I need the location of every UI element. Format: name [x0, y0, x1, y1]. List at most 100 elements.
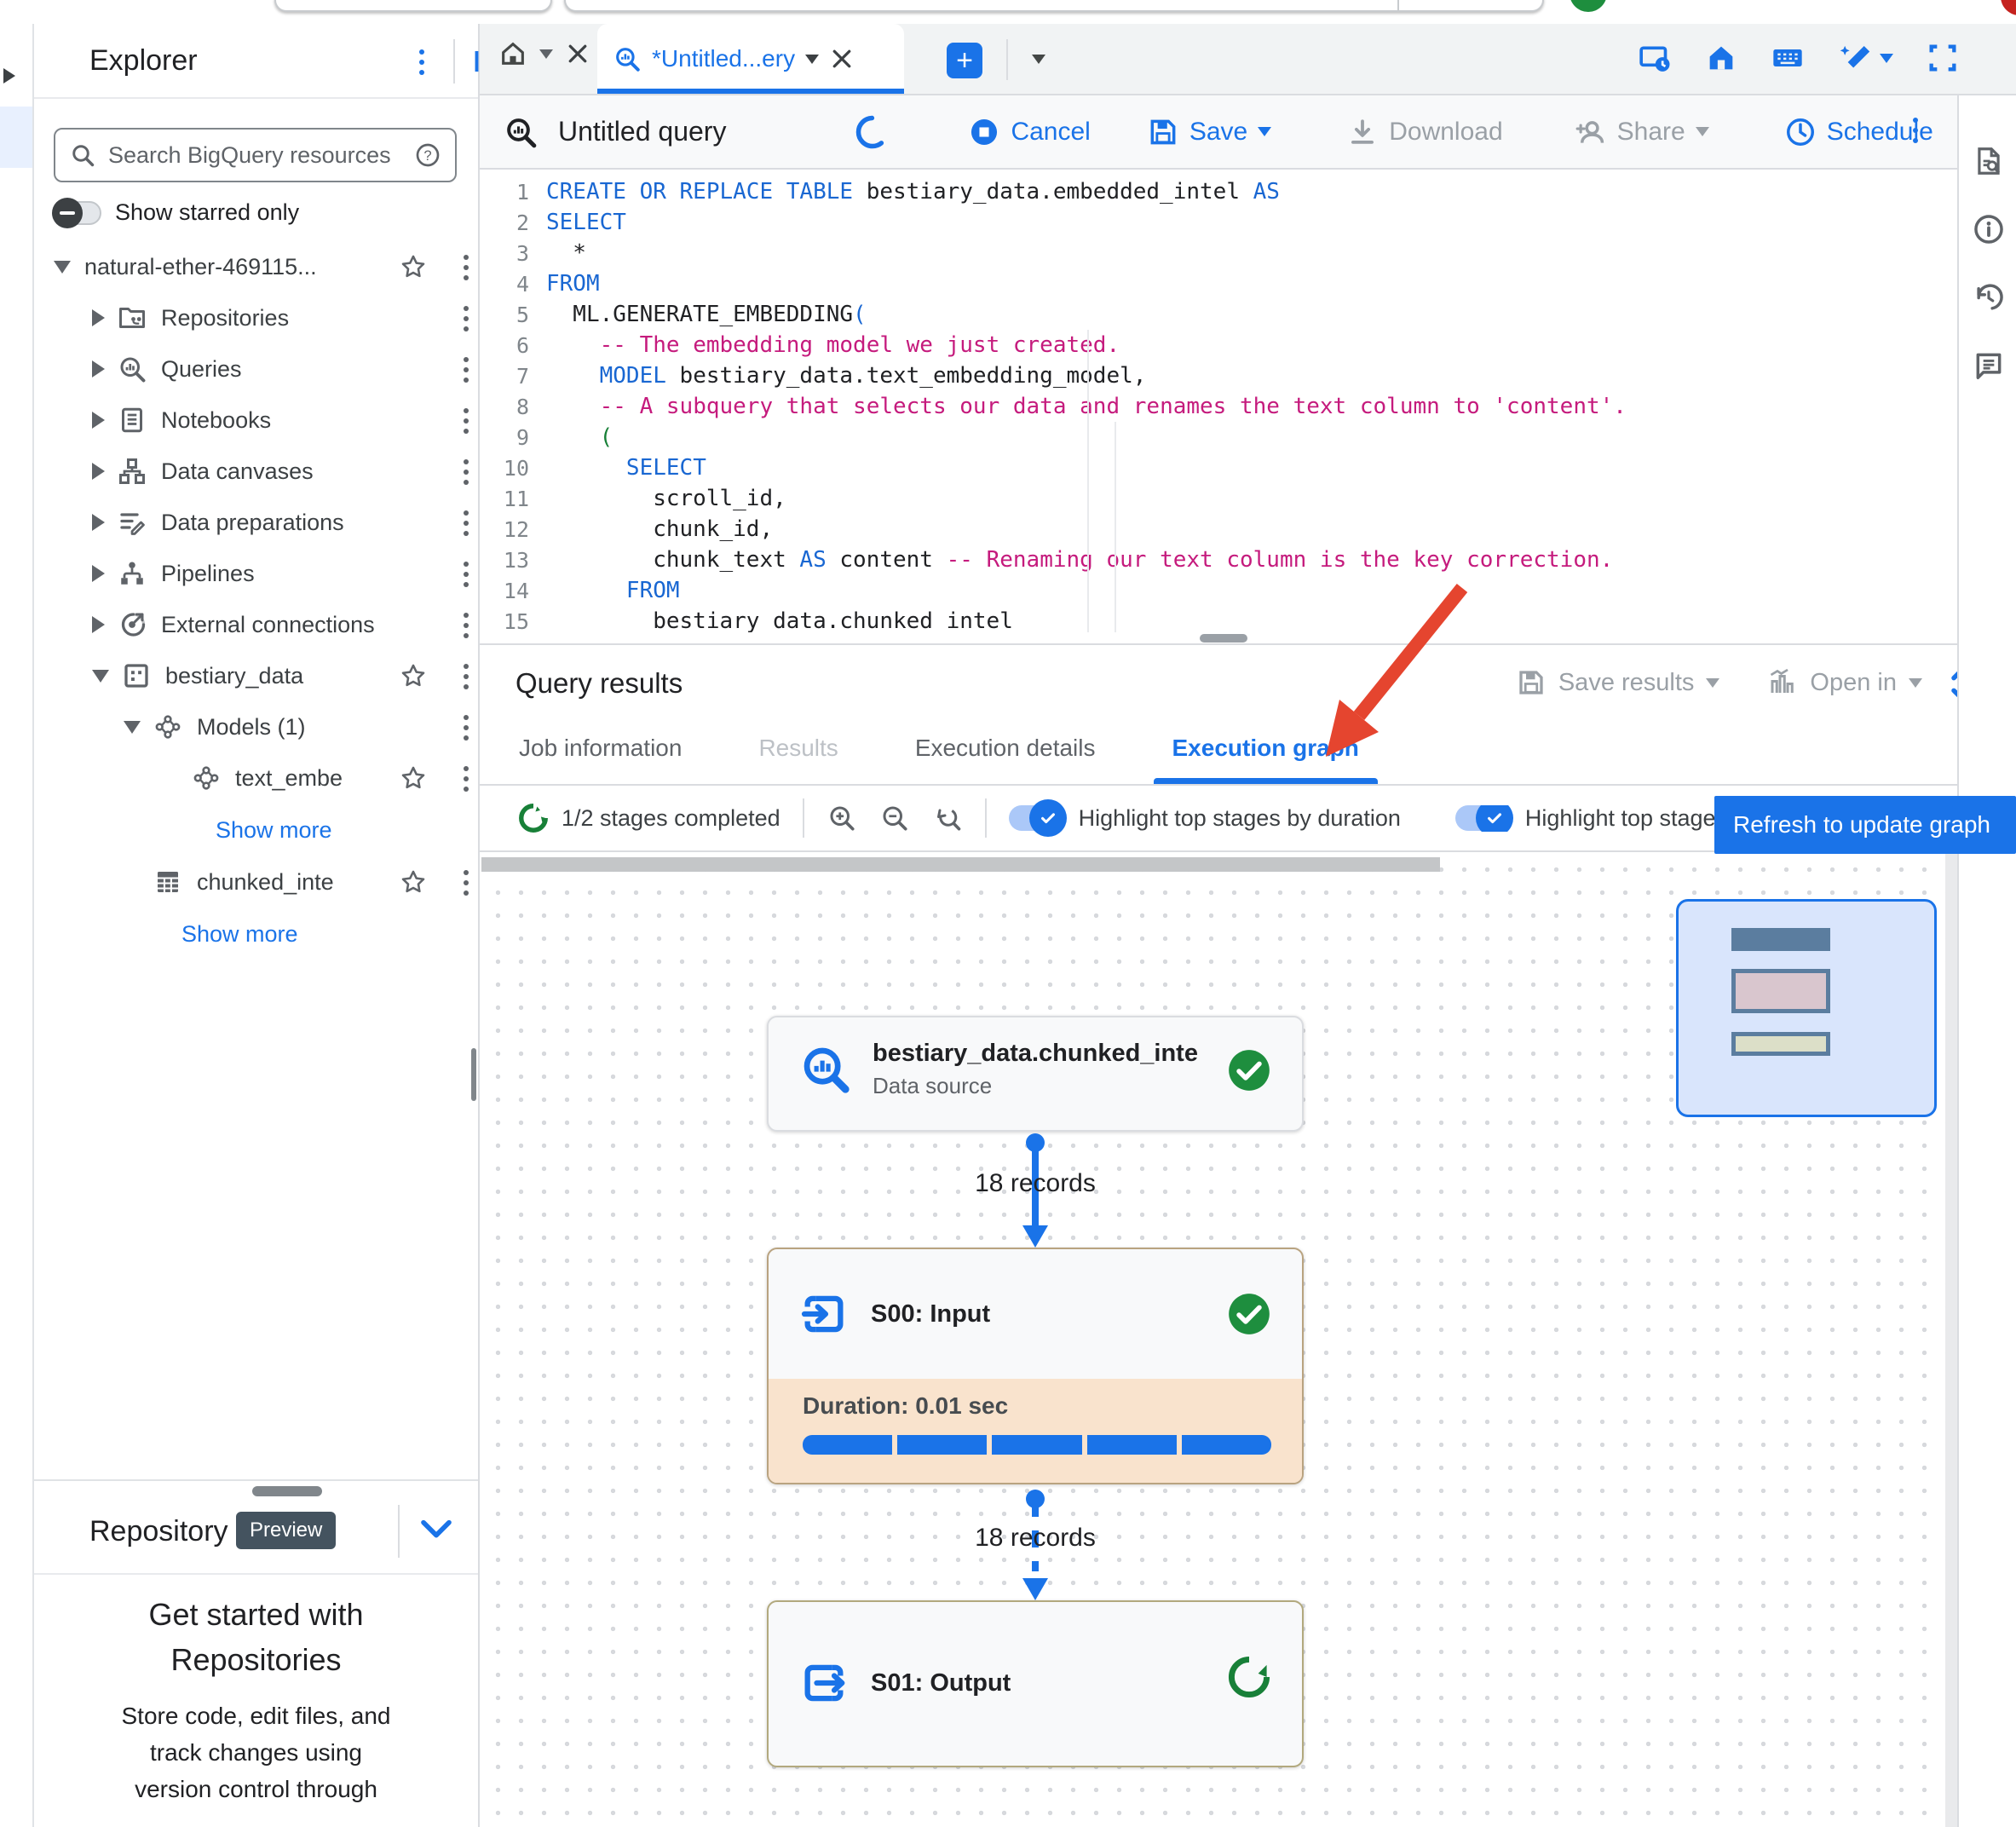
doc-search-icon[interactable]	[1973, 145, 2005, 177]
info-icon[interactable]	[1973, 213, 2005, 245]
toggle-processing-switch[interactable]	[1455, 805, 1508, 831]
code-line-6[interactable]: 6 -- The embedding model we just created…	[480, 330, 2016, 360]
close-tab-icon[interactable]	[829, 46, 855, 72]
rail-selected-item[interactable]	[0, 107, 32, 168]
star-icon[interactable]	[399, 867, 428, 896]
graph-node-data-source[interactable]: bestiary_data.chunked_inte Data source	[767, 1016, 1304, 1132]
magic-pen-caret-icon[interactable]	[1880, 54, 1893, 63]
feedback-chat-icon[interactable]	[1973, 349, 2005, 382]
tree-item-external-connections[interactable]: External connections	[34, 599, 478, 650]
graph-node-s01-output[interactable]: S01: Output	[767, 1600, 1304, 1767]
code-line-9[interactable]: 9 (	[480, 422, 2016, 452]
share-caret-icon[interactable]	[1696, 127, 1709, 136]
code-line-13[interactable]: 13 chunk_text AS content -- Renaming our…	[480, 545, 2016, 575]
home-blue-icon[interactable]	[1704, 41, 1738, 75]
graph-minimap[interactable]	[1676, 899, 1937, 1117]
zoom-in-icon[interactable]	[827, 803, 857, 833]
magic-pen-icon[interactable]	[1837, 41, 1871, 75]
code-line-4[interactable]: 4FROM	[480, 268, 2016, 299]
tree-item-bestiary-data[interactable]: bestiary_data	[34, 650, 478, 701]
graph-horizontal-scrollbar[interactable]	[481, 857, 1440, 872]
tree-item-queries[interactable]: Queries	[34, 343, 478, 395]
graph-vertical-scrollbar[interactable]	[1945, 852, 1957, 1827]
item-menu-button[interactable]	[460, 507, 472, 539]
item-menu-button[interactable]	[460, 867, 472, 899]
tree-item-natural-ether-469115[interactable]: natural-ether-469115...	[34, 241, 478, 292]
fullscreen-icon[interactable]	[1926, 41, 1960, 75]
cancel-button[interactable]: Cancel	[968, 116, 1090, 148]
toggle-duration-switch[interactable]	[1009, 805, 1062, 831]
expand-caret-icon[interactable]	[54, 261, 71, 274]
item-menu-button[interactable]	[460, 456, 472, 488]
expand-caret-icon[interactable]	[92, 360, 105, 378]
tree-item-models-1[interactable]: Models (1)	[34, 701, 478, 752]
expand-caret-icon[interactable]	[92, 514, 105, 531]
home-tab-caret-icon[interactable]	[539, 49, 553, 59]
tree-item-repositories[interactable]: Repositories	[34, 292, 478, 343]
save-button[interactable]: Save	[1147, 116, 1271, 148]
show-more-link[interactable]: Show more	[34, 908, 478, 960]
tree-item-notebooks[interactable]: Notebooks	[34, 395, 478, 446]
tree-item-pipelines[interactable]: Pipelines	[34, 548, 478, 599]
code-line-7[interactable]: 7 MODEL bestiary_data.text_embedding_mod…	[480, 360, 2016, 391]
search-input[interactable]: Search BigQuery resources ?	[54, 128, 457, 182]
show-more-link[interactable]: Show more	[34, 804, 478, 856]
item-menu-button[interactable]	[460, 354, 472, 386]
expand-caret-icon[interactable]	[92, 309, 105, 326]
sql-editor[interactable]: 1CREATE OR REPLACE TABLE bestiary_data.e…	[480, 170, 2016, 632]
refresh-graph-button[interactable]: Refresh to update graph	[1714, 796, 2016, 854]
search-help-icon[interactable]: ?	[414, 141, 441, 169]
expand-caret-icon[interactable]	[92, 616, 105, 633]
item-menu-button[interactable]	[460, 609, 472, 642]
show-starred-toggle[interactable]	[54, 201, 101, 225]
star-icon[interactable]	[399, 661, 428, 690]
toolbar-overflow-menu[interactable]	[1909, 114, 1921, 147]
item-menu-button[interactable]	[460, 405, 472, 437]
toggle-duration[interactable]: Highlight top stages by duration	[1009, 805, 1401, 832]
history-icon[interactable]	[1973, 281, 2005, 314]
save-results-button[interactable]: Save results	[1516, 667, 1720, 698]
keyboard-shortcuts-icon[interactable]	[1771, 41, 1805, 75]
tree-item-chunked-inte[interactable]: chunked_inte	[34, 856, 478, 908]
tree-item-text-embe[interactable]: text_embe	[34, 752, 478, 804]
tab-execution-graph[interactable]: Execution graph	[1169, 735, 1362, 784]
sidebar-scrollbar[interactable]	[471, 1048, 476, 1101]
item-menu-button[interactable]	[460, 251, 472, 284]
code-line-15[interactable]: 15 bestiary_data.chunked_intel	[480, 606, 2016, 632]
device-schedule-icon[interactable]	[1638, 41, 1672, 75]
save-caret-icon[interactable]	[1258, 127, 1271, 136]
code-line-12[interactable]: 12 chunk_id,	[480, 514, 2016, 545]
expand-caret-icon[interactable]	[92, 670, 109, 683]
tab-overflow-caret-icon[interactable]	[1032, 55, 1045, 64]
code-line-3[interactable]: 3 *	[480, 238, 2016, 268]
download-button[interactable]: Download	[1346, 116, 1502, 148]
code-line-5[interactable]: 5 ML.GENERATE_EMBEDDING(	[480, 299, 2016, 330]
code-line-11[interactable]: 11 scroll_id,	[480, 483, 2016, 514]
item-menu-button[interactable]	[460, 558, 472, 591]
tab-caret-icon[interactable]	[805, 55, 819, 64]
item-menu-button[interactable]	[460, 660, 472, 693]
expand-caret-icon[interactable]	[92, 463, 105, 480]
code-line-8[interactable]: 8 -- A subquery that selects our data an…	[480, 391, 2016, 422]
chevron-down-icon[interactable]	[419, 1519, 453, 1541]
share-button[interactable]: Share	[1575, 116, 1709, 148]
tree-item-data-preparations[interactable]: Data preparations	[34, 497, 478, 548]
rail-arrow-icon[interactable]	[3, 68, 15, 84]
home-tab[interactable]	[498, 39, 590, 68]
add-tab-button[interactable]: +	[947, 43, 982, 78]
zoom-out-icon[interactable]	[879, 803, 910, 833]
tab-untitled-query[interactable]: *Untitled...ery	[597, 24, 904, 94]
tab-job-information[interactable]: Job information	[516, 735, 685, 784]
tree-item-data-canvases[interactable]: Data canvases	[34, 446, 478, 497]
item-menu-button[interactable]	[460, 763, 472, 795]
item-menu-button[interactable]	[460, 303, 472, 335]
splitter-handle-icon[interactable]	[1200, 634, 1247, 643]
tab-execution-details[interactable]: Execution details	[912, 735, 1099, 784]
code-line-14[interactable]: 14 FROM	[480, 575, 2016, 606]
zoom-reset-icon[interactable]	[932, 803, 963, 833]
close-home-icon[interactable]	[565, 41, 590, 66]
execution-graph-canvas[interactable]: bestiary_data.chunked_inte Data source 1…	[480, 852, 1957, 1827]
expand-caret-icon[interactable]	[92, 565, 105, 582]
open-in-button[interactable]: Open in	[1767, 667, 1922, 698]
explorer-menu-button[interactable]	[416, 46, 428, 78]
